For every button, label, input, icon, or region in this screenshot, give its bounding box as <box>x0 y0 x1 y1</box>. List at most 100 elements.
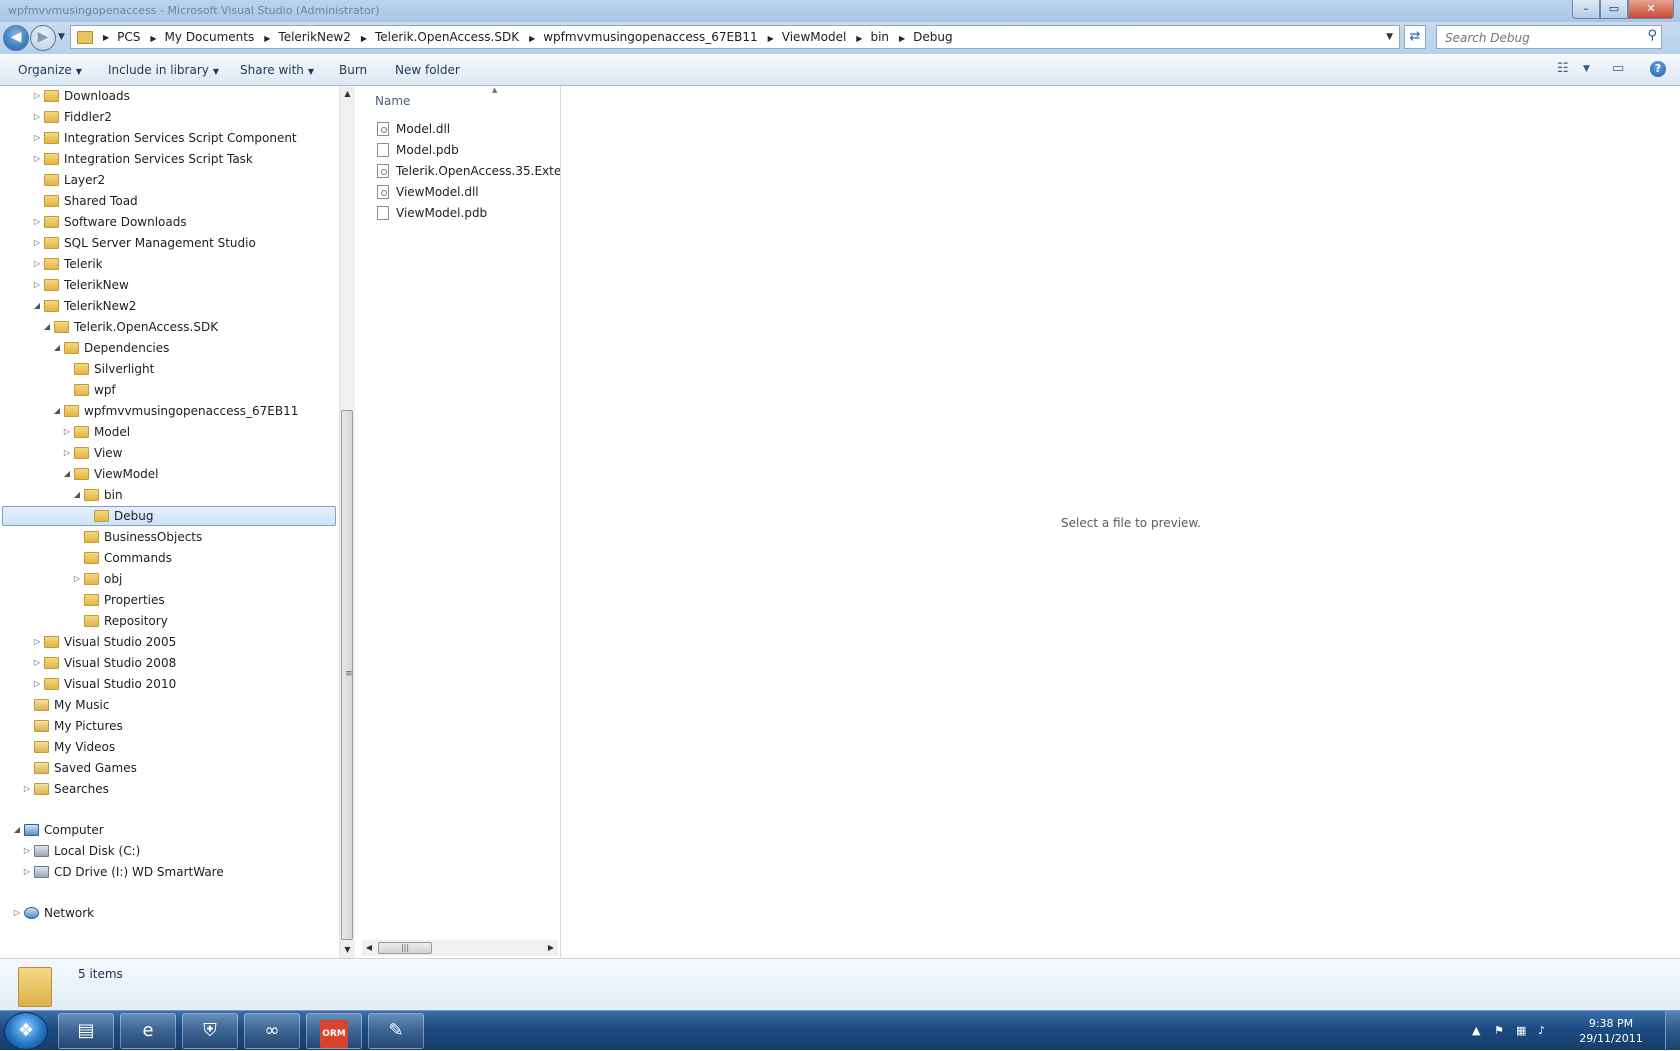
breadcrumb-item[interactable]: ViewModel <box>778 30 853 44</box>
tree-item[interactable]: ▷ Network <box>0 903 338 923</box>
tree-item[interactable]: Layer2 <box>0 170 338 190</box>
tree-item[interactable]: Shared Toad <box>0 191 338 211</box>
taskbar-app-button[interactable]: ✎ <box>368 1013 424 1049</box>
tree-item[interactable]: ▷ Visual Studio 2010 <box>0 674 338 694</box>
tree-item[interactable]: ▷ TelerikNew <box>0 275 338 295</box>
breadcrumb-item[interactable]: wpfmvvmusingopenaccess_67EB11 <box>539 30 763 44</box>
expand-toggle-icon[interactable]: ▷ <box>32 233 42 253</box>
breadcrumb-separator[interactable]: ▶ <box>146 34 160 43</box>
expand-toggle-icon[interactable]: ▷ <box>32 128 42 148</box>
tree-item[interactable]: My Music <box>0 695 338 715</box>
expand-toggle-icon[interactable]: ◢ <box>52 338 62 358</box>
tree-item[interactable]: Saved Games <box>0 758 338 778</box>
tree-item[interactable]: ▷ Visual Studio 2005 <box>0 632 338 652</box>
tree-item[interactable]: ◢ ViewModel <box>0 464 338 484</box>
breadcrumb-item[interactable]: My Documents <box>161 30 261 44</box>
share-with-button[interactable]: Share with ▼ <box>240 63 314 77</box>
show-desktop-button[interactable] <box>1665 1011 1680 1051</box>
taskbar-app-button[interactable]: ⛨ <box>182 1013 238 1049</box>
breadcrumb-separator[interactable]: ▶ <box>357 34 371 43</box>
tree-item[interactable]: ▷ Telerik <box>0 254 338 274</box>
expand-toggle-icon[interactable]: ▷ <box>32 149 42 169</box>
tree-item[interactable]: Debug <box>0 506 338 526</box>
breadcrumb-separator[interactable]: ▶ <box>525 34 539 43</box>
tree-item[interactable]: ▷ View <box>0 443 338 463</box>
include-in-library-button[interactable]: Include in library ▼ <box>108 63 219 77</box>
help-icon[interactable]: ? <box>1650 61 1666 77</box>
expand-toggle-icon[interactable]: ▷ <box>62 422 72 442</box>
preview-pane-icon[interactable]: ▭ <box>1612 61 1624 76</box>
expand-toggle-icon[interactable]: ▷ <box>22 862 32 882</box>
expand-toggle-icon[interactable]: ▷ <box>32 212 42 232</box>
breadcrumb-separator[interactable]: ▶ <box>764 34 778 43</box>
burn-button[interactable]: Burn <box>339 63 367 77</box>
scroll-right-icon[interactable]: ▶ <box>544 940 558 956</box>
tree-item[interactable]: ▷ Fiddler2 <box>0 107 338 127</box>
change-view-icon[interactable]: ☷ <box>1557 61 1569 76</box>
taskbar-app-button[interactable]: ▤ <box>58 1013 114 1049</box>
address-bar[interactable]: ▶ PCS ▶ My Documents ▶ TelerikNew2 ▶ Telerik.O… <box>70 25 1400 49</box>
back-button[interactable]: ◀ <box>3 25 29 51</box>
taskbar-app-button[interactable]: e <box>120 1013 176 1049</box>
expand-toggle-icon[interactable]: ▷ <box>12 903 22 923</box>
file-list-horizontal-scrollbar[interactable]: ◀ ||| ▶ <box>362 940 558 956</box>
tree-item[interactable]: ▷ Model <box>0 422 338 442</box>
tree-item[interactable]: ▷ Software Downloads <box>0 212 338 232</box>
tree-item[interactable]: ▷ Integration Services Script Component <box>0 128 338 148</box>
breadcrumb-separator[interactable]: ▶ <box>99 33 113 42</box>
tree-item[interactable]: ▷ Local Disk (C:) <box>0 841 338 861</box>
expand-toggle-icon[interactable]: ◢ <box>52 401 62 421</box>
tree-item[interactable]: ▷ Searches <box>0 779 338 799</box>
expand-toggle-icon[interactable]: ◢ <box>72 485 82 505</box>
forward-button[interactable]: ▶ <box>30 25 56 51</box>
file-row[interactable]: Telerik.OpenAccess.35.Extensions.dll <box>358 161 560 181</box>
breadcrumb-item[interactable]: PCS <box>113 30 146 44</box>
expand-toggle-icon[interactable]: ▷ <box>32 107 42 127</box>
tree-item[interactable]: Repository <box>0 611 338 631</box>
horizontal-scrollbar-thumb[interactable]: ||| <box>378 942 432 954</box>
view-options-dropdown-icon[interactable]: ▼ <box>1583 64 1590 74</box>
search-box[interactable]: ⚲ <box>1436 25 1662 50</box>
expand-toggle-icon[interactable]: ▷ <box>32 254 42 274</box>
tree-item[interactable]: ◢ Computer <box>0 820 338 840</box>
tree-item[interactable]: ▷ Downloads <box>0 86 338 106</box>
expand-toggle-icon[interactable]: ▷ <box>32 275 42 295</box>
tree-item[interactable]: ▷ obj <box>0 569 338 589</box>
expand-toggle-icon[interactable]: ▷ <box>22 779 32 799</box>
refresh-button[interactable]: ⇄ <box>1404 25 1426 49</box>
tree-item[interactable]: ▷ Integration Services Script Task <box>0 149 338 169</box>
expand-toggle-icon[interactable]: ▷ <box>32 632 42 652</box>
expand-toggle-icon[interactable]: ▷ <box>62 443 72 463</box>
recent-pages-dropdown[interactable]: ▼ <box>58 32 65 42</box>
scroll-left-icon[interactable]: ◀ <box>362 940 376 956</box>
breadcrumb-item[interactable]: Debug <box>909 30 958 44</box>
file-row[interactable]: Model.dll <box>358 119 560 139</box>
tree-item[interactable]: ◢ wpfmvvmusingopenaccess_67EB11 <box>0 401 338 421</box>
search-icon[interactable]: ⚲ <box>1647 28 1657 43</box>
expand-toggle-icon[interactable]: ◢ <box>12 820 22 840</box>
navigation-scrollbar[interactable]: ▲ ≡ ▼ <box>339 86 355 958</box>
action-center-flag-icon[interactable]: ⚑ <box>1494 1024 1504 1037</box>
expand-toggle-icon[interactable]: ▷ <box>32 86 42 106</box>
expand-toggle-icon[interactable]: ◢ <box>62 464 72 484</box>
scroll-up-icon[interactable]: ▲ <box>340 86 355 102</box>
tree-item[interactable]: ◢ bin <box>0 485 338 505</box>
volume-icon[interactable]: ♪ <box>1538 1024 1545 1037</box>
breadcrumb-item[interactable]: bin <box>866 30 895 44</box>
close-button[interactable]: ✕ <box>1628 0 1674 19</box>
breadcrumb-item[interactable]: TelerikNew2 <box>274 30 356 44</box>
breadcrumb-separator[interactable]: ▶ <box>895 34 909 43</box>
show-hidden-icons-icon[interactable]: ▲ <box>1472 1024 1480 1037</box>
breadcrumb-separator[interactable]: ▶ <box>260 34 274 43</box>
expand-toggle-icon[interactable]: ▷ <box>32 674 42 694</box>
tree-item[interactable]: ◢ Dependencies <box>0 338 338 358</box>
expand-toggle-icon[interactable]: ▷ <box>72 569 82 589</box>
expand-toggle-icon[interactable]: ▷ <box>32 653 42 673</box>
tree-item[interactable]: My Videos <box>0 737 338 757</box>
start-button[interactable]: ❖ <box>4 1012 48 1050</box>
clock[interactable]: 9:38 PM 29/11/2011 <box>1576 1016 1646 1046</box>
breadcrumb-item[interactable]: Telerik.OpenAccess.SDK <box>371 30 525 44</box>
scrollbar-thumb[interactable]: ≡ <box>341 410 353 940</box>
expand-toggle-icon[interactable]: ▷ <box>22 841 32 861</box>
maximize-button[interactable]: ▭ <box>1600 0 1628 19</box>
